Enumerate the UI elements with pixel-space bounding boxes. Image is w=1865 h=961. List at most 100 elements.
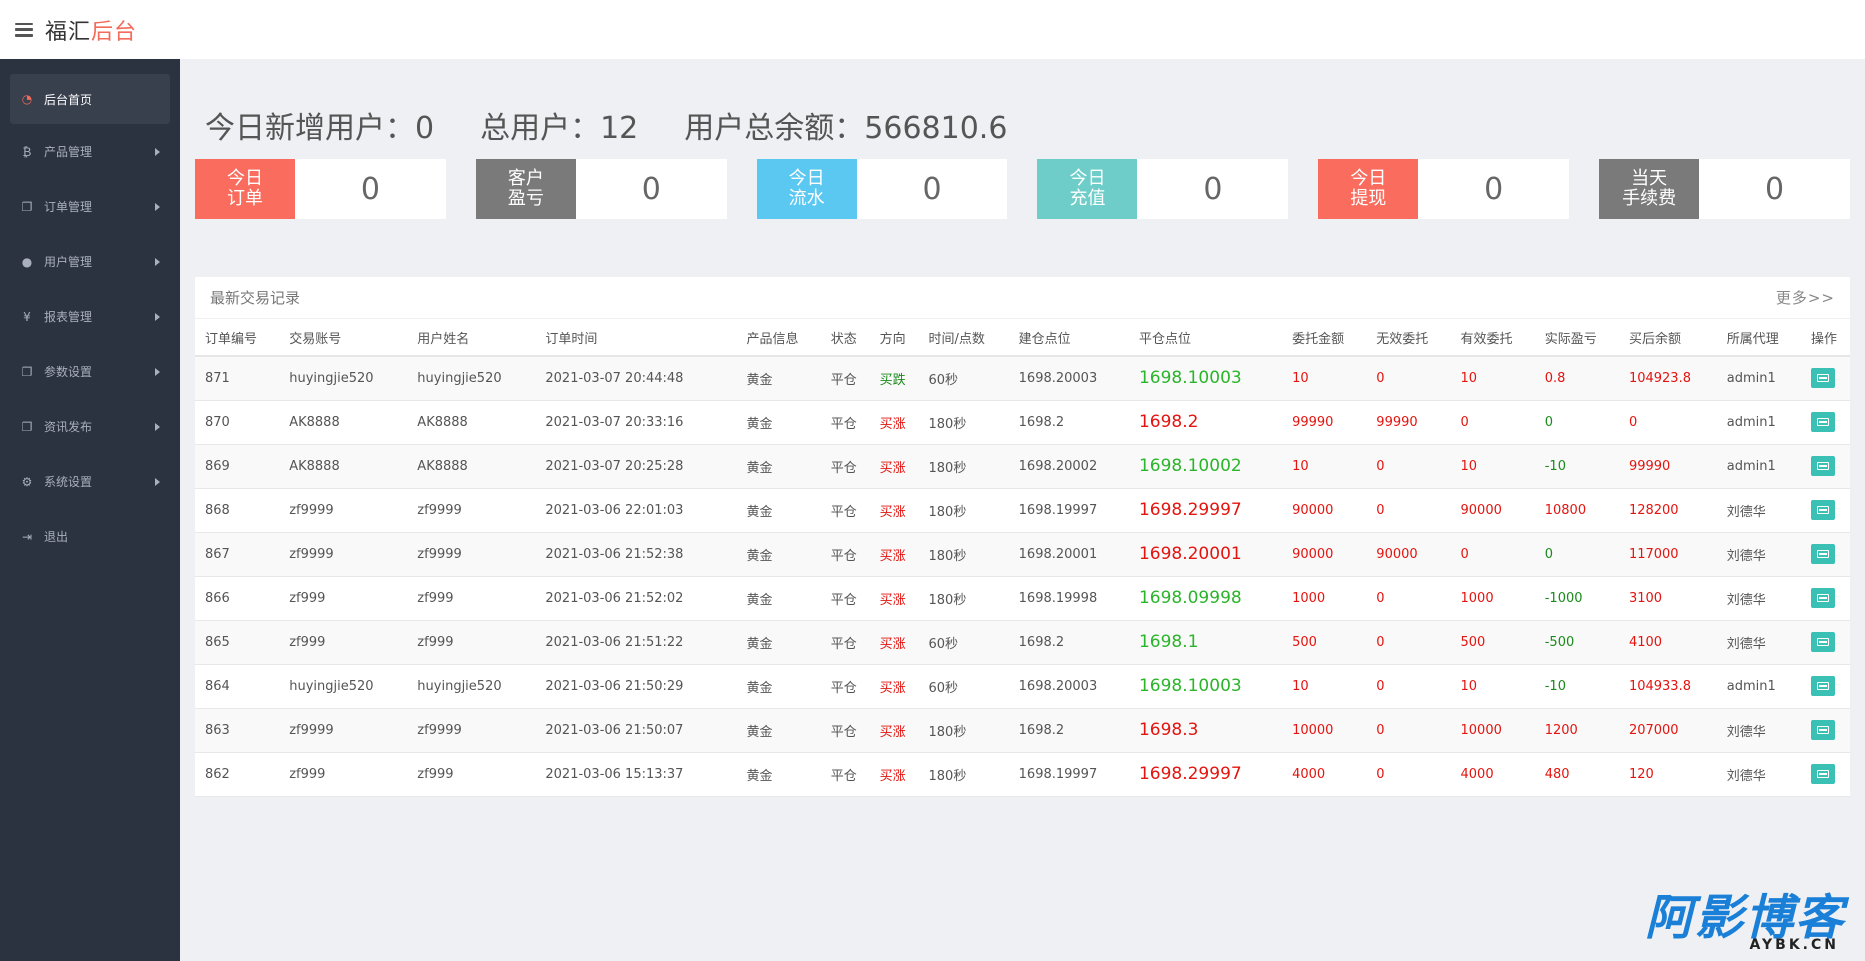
table-cell: 黄金 [736, 532, 821, 577]
main-content: 今日新增用户：0 总用户：12 用户总余额：566810.6 今日 订单 0 客户 … [195, 59, 1850, 797]
column-header: 订单编号 [195, 319, 280, 357]
table-cell: -10 [1534, 664, 1619, 709]
trade-table: 订单编号 交易账号 用户姓名 订单时间 产品信息 状态 方向 时间/点数 建仓点位 平仓点位 委托金… [195, 319, 1850, 797]
view-details-icon[interactable] [1810, 412, 1835, 432]
menu-toggle-icon[interactable] [15, 22, 33, 37]
table-cell: 1000 [1450, 576, 1535, 621]
view-details-icon[interactable] [1810, 544, 1835, 564]
table-cell: 2021-03-06 21:52:02 [535, 576, 737, 621]
table-cell: 0 [1366, 708, 1451, 753]
table-cell: 10 [1450, 356, 1535, 401]
summary-line: 今日新增用户：0 总用户：12 用户总余额：566810.6 [205, 103, 1850, 147]
table-cell: admin1 [1716, 400, 1801, 445]
table-cell: 120 [1618, 752, 1717, 797]
sidebar-item-0[interactable]: ◔ 后台首页 [10, 74, 170, 124]
table-cell: 平仓 [820, 444, 870, 489]
sidebar-item-label: 退出 [44, 530, 69, 544]
table-cell: 1698.19998 [1008, 576, 1129, 621]
table-cell [1800, 708, 1850, 753]
table-cell: 10 [1282, 664, 1367, 709]
table-row: 870 AK8888 AK8888 2021-03-07 20:33:16 黄金 平仓 买涨… [195, 400, 1850, 445]
column-header: 实际盈亏 [1534, 319, 1619, 357]
more-link[interactable]: 更多>> [1776, 287, 1835, 308]
stat-value: 0 [1203, 171, 1223, 207]
stat-label: 客户 盈亏 [475, 159, 576, 219]
table-cell: 865 [195, 620, 280, 665]
stat-card: 今日 提现 0 [1318, 159, 1570, 219]
table-cell: 黄金 [736, 444, 821, 489]
table-cell: 刘德华 [1716, 576, 1801, 621]
table-cell: 1698.2 [1008, 400, 1129, 445]
table-cell: admin1 [1716, 444, 1801, 489]
panel-title: 最新交易记录 [210, 289, 301, 307]
sidebar-item-8[interactable]: ⇥ 退出 [0, 509, 180, 564]
table-cell: 117000 [1618, 532, 1717, 577]
table-cell: 买涨 [869, 488, 919, 533]
yen-icon: ¥ [23, 309, 31, 324]
table-cell: 黄金 [736, 752, 821, 797]
table-cell: 2021-03-07 20:44:48 [535, 356, 737, 401]
view-details-icon[interactable] [1810, 720, 1835, 740]
view-details-icon[interactable] [1810, 588, 1835, 608]
sidebar-item-label: 报表管理 [44, 310, 93, 324]
sidebar-item-label: 资讯发布 [44, 420, 93, 434]
view-details-icon[interactable] [1810, 676, 1835, 696]
table-cell: 870 [195, 400, 280, 445]
column-header: 状态 [820, 319, 870, 357]
view-details-icon[interactable] [1810, 368, 1835, 389]
table-cell: 104923.8 [1618, 356, 1717, 401]
table-cell [1800, 488, 1850, 533]
view-details-icon[interactable] [1810, 764, 1835, 784]
table-cell [1800, 620, 1850, 665]
table-row: 869 AK8888 AK8888 2021-03-07 20:25:28 黄金 平仓 买涨… [195, 444, 1850, 489]
table-body: 871 huyingjie520 huyingjie520 2021-03-07 20… [195, 356, 1850, 797]
bitcoin-icon: ₿ [22, 144, 32, 159]
table-cell: 黄金 [736, 488, 821, 533]
table-cell: 平仓 [820, 488, 870, 533]
sidebar-item-6[interactable]: ❐ 资讯发布 [0, 399, 180, 454]
table-cell: 平仓 [820, 752, 870, 797]
view-details-icon[interactable] [1810, 456, 1835, 476]
column-header: 建仓点位 [1008, 319, 1129, 357]
table-cell: zf999 [279, 620, 408, 665]
table-cell: 黄金 [736, 708, 821, 753]
sidebar-item-2[interactable]: ❐ 订单管理 [0, 179, 180, 234]
caret-right-icon [155, 257, 160, 266]
table-cell: 104933.8 [1618, 664, 1717, 709]
sidebar-item-label: 用户管理 [44, 255, 93, 269]
watermark-title: 阿影博客 [1644, 890, 1845, 946]
table-cell: 99990 [1366, 400, 1451, 445]
table-cell: -500 [1534, 620, 1619, 665]
sidebar-item-5[interactable]: ❐ 参数设置 [0, 344, 180, 399]
column-header: 产品信息 [736, 319, 821, 357]
table-cell: 871 [195, 356, 280, 401]
table-cell: 10 [1450, 444, 1535, 489]
view-details-icon[interactable] [1810, 632, 1835, 652]
table-cell: 4100 [1618, 620, 1717, 665]
table-cell [1800, 400, 1850, 445]
table-cell: 90000 [1450, 488, 1535, 533]
sidebar-item-4[interactable]: ¥ 报表管理 [0, 289, 180, 344]
sidebar-item-7[interactable]: ⚙ 系统设置 [0, 454, 180, 509]
table-cell: 60秒 [918, 664, 1009, 709]
caret-right-icon [155, 367, 160, 376]
sidebar: ◔ 后台首页 ₿ 产品管理 ❐ 订单管理 ● 用户管理 ¥ 报表管理 ❐ 参数设置 ❐ 资讯发布 ⚙ 系统设置… [0, 59, 180, 961]
view-details-icon[interactable] [1810, 500, 1835, 520]
table-cell: 刘德华 [1716, 752, 1801, 797]
sidebar-item-3[interactable]: ● 用户管理 [0, 234, 180, 289]
dashboard-icon: ◔ [21, 92, 33, 106]
copy-icon: ❐ [21, 419, 33, 434]
table-cell: 1200 [1534, 708, 1619, 753]
table-cell: 10000 [1450, 708, 1535, 753]
caret-right-icon [155, 312, 160, 321]
table-cell: AK8888 [407, 444, 536, 489]
table-cell: 0 [1366, 356, 1451, 401]
column-header: 操作 [1800, 319, 1850, 357]
top-bar: 福汇后台 [0, 0, 1865, 59]
table-cell: 99990 [1282, 400, 1367, 445]
caret-right-icon [155, 477, 160, 486]
table-cell: 1698.19997 [1008, 488, 1129, 533]
sidebar-item-1[interactable]: ₿ 产品管理 [0, 124, 180, 179]
table-cell: 0 [1450, 400, 1535, 445]
table-cell: 90000 [1282, 488, 1367, 533]
